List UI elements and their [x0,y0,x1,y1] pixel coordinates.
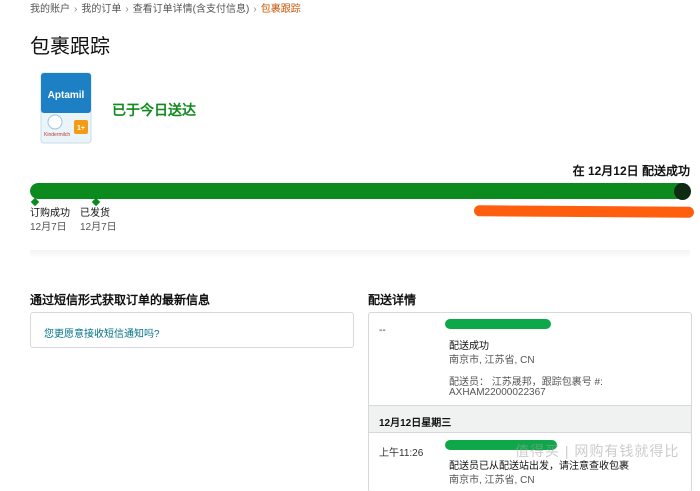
watermark: 值得买 | 网购有钱就得比 [515,443,680,459]
sms-box: 您更愿意接收短信通知吗? [30,312,354,348]
progress-fill [30,183,690,199]
milestone-label: 已发货 [80,208,110,219]
progress-end-dot [674,183,691,200]
milestone-shipped: 已发货 12月7日 [80,207,117,235]
event-courier: 配送员： 江苏晟邦，跟踪包裹号 #: [449,377,603,388]
milestone-ordered: 订购成功 12月7日 [30,207,70,235]
milestone-label: 订购成功 [30,208,70,219]
breadcrumb-current: 包裹跟踪 [260,4,301,15]
breadcrumb-separator: › [125,4,129,15]
day-header-label: 12月12日星期三 [379,418,452,429]
page-title: 包裹跟踪 [30,36,110,58]
day-header: 12月12日星期三 [369,405,691,433]
delivery-status: 已于今日送达 [112,102,196,118]
milestone-date: 12月7日 [80,222,117,233]
section-divider [30,250,690,258]
breadcrumb-separator: › [253,4,257,15]
progress-track [30,183,690,199]
delivered-date-text: 在 12月12日 配送成功 [572,164,690,178]
breadcrumb-my-orders[interactable]: 我的订单 [81,4,121,15]
redaction-mark [445,319,551,329]
event-status: 配送成功 [449,341,489,352]
delivery-details-box: -- 配送成功 南京市, 江苏省, CN 配送员： 江苏晟邦，跟踪包裹号 #: … [368,312,692,491]
sms-opt-in-link[interactable]: 您更愿意接收短信通知吗? [44,325,160,340]
milestone-tick-shipped [91,197,101,207]
breadcrumb: 我的账户 › 我的订单 › 查看订单详情(含支付信息) › 包裹跟踪 [30,0,301,15]
breadcrumb-separator: › [74,4,78,15]
product-badge: 1+ [77,125,85,132]
sms-heading: 通过短信形式获取订单的最新信息 [30,293,211,307]
breadcrumb-order-details[interactable]: 查看订单详情(含支付信息) [133,4,250,15]
breadcrumb-my-account[interactable]: 我的账户 [30,4,70,15]
event-location: 南京市, 江苏省, CN [449,475,535,486]
milestone-date: 12月7日 [30,222,67,233]
delivery-details-heading: 配送详情 [368,293,417,307]
event-time: -- [379,325,386,336]
event-location: 南京市, 江苏省, CN [449,355,535,366]
milestone-tick-ordered [30,197,40,207]
event-time: 上午11:26 [379,448,424,459]
redaction-mark [473,205,695,218]
product-brand: Aptamil [48,90,85,101]
product-image[interactable]: Aptamil Kindermilch 1+ [40,72,92,144]
event-tracking-number: AXHAM22000022367 [449,387,546,398]
product-label: Kindermilch [44,132,70,138]
